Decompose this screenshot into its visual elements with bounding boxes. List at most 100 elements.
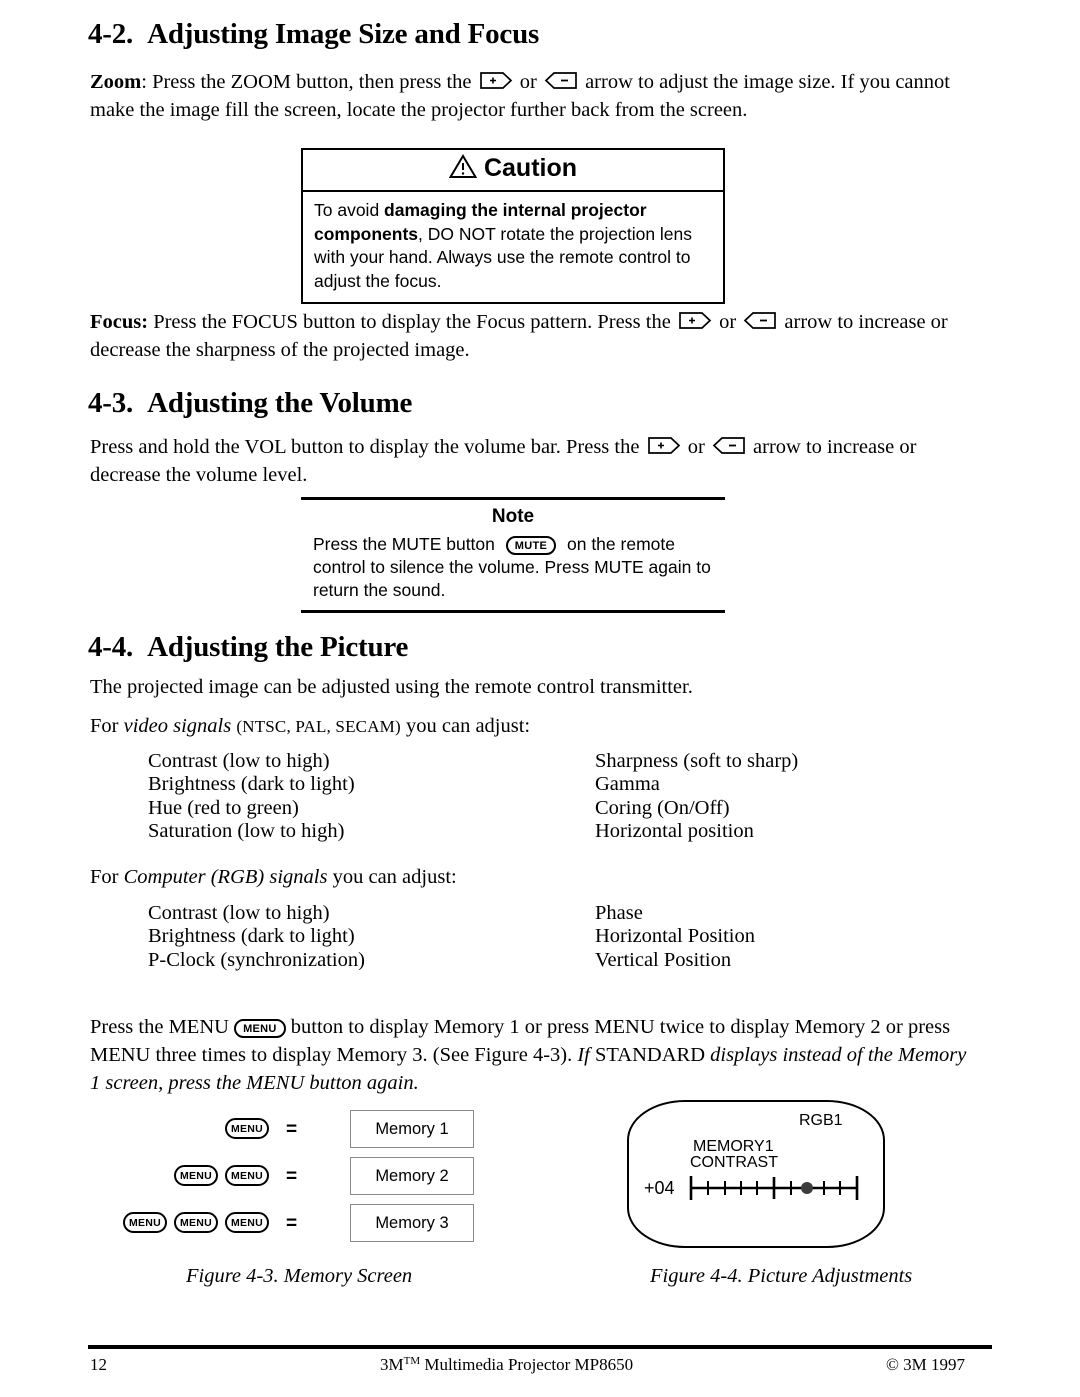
rgb-adjustment-list: Contrast (low to high) Phase Brightness … bbox=[148, 902, 908, 972]
footer-product-name: 3MTM Multimedia Projector MP8650 bbox=[380, 1355, 633, 1375]
rgb-adj-right-2: Vertical Position bbox=[595, 948, 732, 971]
volume-or: or bbox=[682, 436, 710, 458]
list-item: Brightness (dark to light) Gamma bbox=[148, 773, 908, 796]
osd-level-scale bbox=[687, 1172, 861, 1209]
focus-paragraph: Focus: Press the FOCUS button to display… bbox=[90, 308, 970, 364]
plus-arrow-key-icon bbox=[678, 311, 712, 330]
note-heading: Note bbox=[491, 506, 535, 527]
video-adj-left-2: Hue (red to green) bbox=[148, 796, 299, 819]
menu-text-1: Press the MENU bbox=[90, 1016, 235, 1038]
footer-divider bbox=[88, 1345, 992, 1349]
minus-arrow-key-icon bbox=[743, 311, 777, 330]
list-item: Hue (red to green) Coring (On/Off) bbox=[148, 797, 908, 820]
menu-key-icon: MENU bbox=[225, 1165, 269, 1186]
section-heading-4-3: 4-3. Adjusting the Volume bbox=[88, 387, 412, 420]
list-item: Saturation (low to high) Horizontal posi… bbox=[148, 820, 908, 843]
video-lead-smallcaps: (NTSC, PAL, SECAM) bbox=[236, 717, 401, 736]
menu-italic-1: If bbox=[577, 1044, 590, 1066]
equals-sign: = bbox=[286, 1119, 298, 1140]
menu-paragraph: Press the MENU MENU button to display Me… bbox=[90, 1013, 974, 1097]
section-number-4-3: 4-3. bbox=[88, 387, 134, 419]
memory-box-2: Memory 2 bbox=[350, 1157, 474, 1195]
minus-arrow-key-icon bbox=[544, 71, 578, 90]
video-lead-3: you can adjust: bbox=[400, 715, 531, 737]
trademark-symbol: TM bbox=[403, 1355, 421, 1367]
zoom-paragraph: Zoom: Press the ZOOM button, then press … bbox=[90, 68, 970, 124]
video-adj-right-3: Horizontal position bbox=[595, 819, 754, 842]
rgb-adj-right-0: Phase bbox=[595, 902, 643, 924]
list-item: Brightness (dark to light) Horizontal Po… bbox=[148, 925, 908, 948]
caution-heading: Caution bbox=[303, 150, 723, 192]
menu-key-icon: MENU bbox=[174, 1212, 218, 1233]
rgb-adj-right-1: Horizontal Position bbox=[595, 925, 756, 948]
video-adj-left-1: Brightness (dark to light) bbox=[148, 773, 355, 796]
figure-4-3: MENU = Memory 1 MENU MENU = Memory 2 MEN… bbox=[110, 1108, 510, 1248]
section-title-4-4: Adjusting the Picture bbox=[147, 631, 409, 663]
osd-value: +04 bbox=[644, 1178, 675, 1198]
focus-or: or bbox=[713, 311, 742, 333]
memory-box-3: Memory 3 bbox=[350, 1204, 474, 1242]
note-text-1: Press the MUTE button bbox=[313, 534, 500, 554]
section-number-4-4: 4-4. bbox=[88, 631, 134, 663]
plus-arrow-key-icon bbox=[479, 71, 513, 90]
menu-key-icon: MENU bbox=[225, 1118, 269, 1139]
section-number-4-2: 4-2. bbox=[88, 18, 134, 50]
video-lead-1: For bbox=[90, 715, 124, 737]
memory-box-1: Memory 1 bbox=[350, 1110, 474, 1148]
video-adj-left-0: Contrast (low to high) bbox=[148, 750, 330, 772]
rgb-lead-1: For bbox=[90, 866, 124, 888]
footer-brand: 3M bbox=[380, 1355, 404, 1374]
video-adjustment-list: Contrast (low to high) Sharpness (soft t… bbox=[148, 750, 908, 843]
video-adj-left-3: Saturation (low to high) bbox=[148, 819, 345, 842]
caution-heading-text: Caution bbox=[483, 154, 578, 182]
video-signals-lead: For video signals (NTSC, PAL, SECAM) you… bbox=[90, 712, 970, 741]
rgb-adj-left-0: Contrast (low to high) bbox=[148, 902, 330, 924]
equals-sign: = bbox=[286, 1213, 298, 1234]
rgb-adj-left-2: P-Clock (synchronization) bbox=[148, 948, 365, 971]
mute-key-icon: MUTE bbox=[505, 536, 557, 555]
equals-sign: = bbox=[286, 1166, 298, 1187]
focus-label: Focus: bbox=[90, 311, 149, 333]
menu-key-icon: MENU bbox=[225, 1212, 269, 1233]
video-adj-right-0: Sharpness (soft to sharp) bbox=[595, 750, 799, 772]
picture-intro-paragraph: The projected image can be adjusted usin… bbox=[90, 676, 693, 698]
osd-source-label: RGB1 bbox=[799, 1112, 843, 1129]
focus-text-1: Press the FOCUS button to display the Fo… bbox=[148, 311, 676, 333]
note-body: Press the MUTE button MUTE on the remote… bbox=[301, 533, 725, 610]
list-item: Contrast (low to high) Phase bbox=[148, 902, 908, 925]
video-adj-right-1: Gamma bbox=[595, 773, 660, 796]
list-item: P-Clock (synchronization) Vertical Posit… bbox=[148, 949, 908, 972]
menu-key-icon: MENU bbox=[234, 1019, 286, 1038]
zoom-or: or bbox=[514, 71, 542, 93]
caution-box: Caution To avoid damaging the internal p… bbox=[301, 148, 725, 304]
zoom-label: Zoom bbox=[90, 71, 142, 93]
volume-paragraph: Press and hold the VOL button to display… bbox=[90, 433, 970, 489]
section-title-4-3: Adjusting the Volume bbox=[147, 387, 413, 419]
osd-parameter-label: CONTRAST bbox=[690, 1154, 778, 1171]
figure-4-4-caption: Figure 4-4. Picture Adjustments bbox=[650, 1265, 913, 1287]
footer-product: Multimedia Projector MP8650 bbox=[420, 1355, 634, 1374]
footer-copyright: © 3M 1997 bbox=[886, 1355, 966, 1374]
warning-triangle-icon bbox=[448, 154, 478, 184]
volume-text-1: Press and hold the VOL button to display… bbox=[90, 436, 645, 458]
section-heading-4-4: 4-4. Adjusting the Picture bbox=[88, 631, 408, 664]
menu-key-icon: MENU bbox=[174, 1165, 218, 1186]
figure-4-4: RGB1 MEMORY1 CONTRAST +04 bbox=[627, 1100, 897, 1255]
video-adj-right-2: Coring (On/Off) bbox=[595, 796, 730, 819]
video-lead-italic: video signals bbox=[123, 715, 232, 737]
section-heading-4-2: 4-2. Adjusting Image Size and Focus bbox=[88, 18, 539, 51]
plus-arrow-key-icon bbox=[647, 436, 681, 455]
rgb-lead-italic: Computer (RGB) signals bbox=[123, 866, 328, 888]
figure-4-3-caption: Figure 4-3. Memory Screen bbox=[186, 1265, 413, 1287]
section-title-4-2: Adjusting Image Size and Focus bbox=[147, 18, 540, 50]
menu-text-3: STANDARD bbox=[589, 1044, 711, 1066]
rgb-signals-lead: For Computer (RGB) signals you can adjus… bbox=[90, 863, 970, 891]
rgb-adj-left-1: Brightness (dark to light) bbox=[148, 925, 355, 948]
note-box: Note Press the MUTE button MUTE on the r… bbox=[301, 497, 725, 613]
minus-arrow-key-icon bbox=[712, 436, 746, 455]
caution-text-1: To avoid bbox=[314, 200, 385, 220]
menu-key-icon: MENU bbox=[123, 1212, 167, 1233]
list-item: Contrast (low to high) Sharpness (soft t… bbox=[148, 750, 908, 773]
page-number: 12 bbox=[90, 1355, 107, 1374]
zoom-text-1: : Press the ZOOM button, then press the bbox=[141, 71, 477, 93]
